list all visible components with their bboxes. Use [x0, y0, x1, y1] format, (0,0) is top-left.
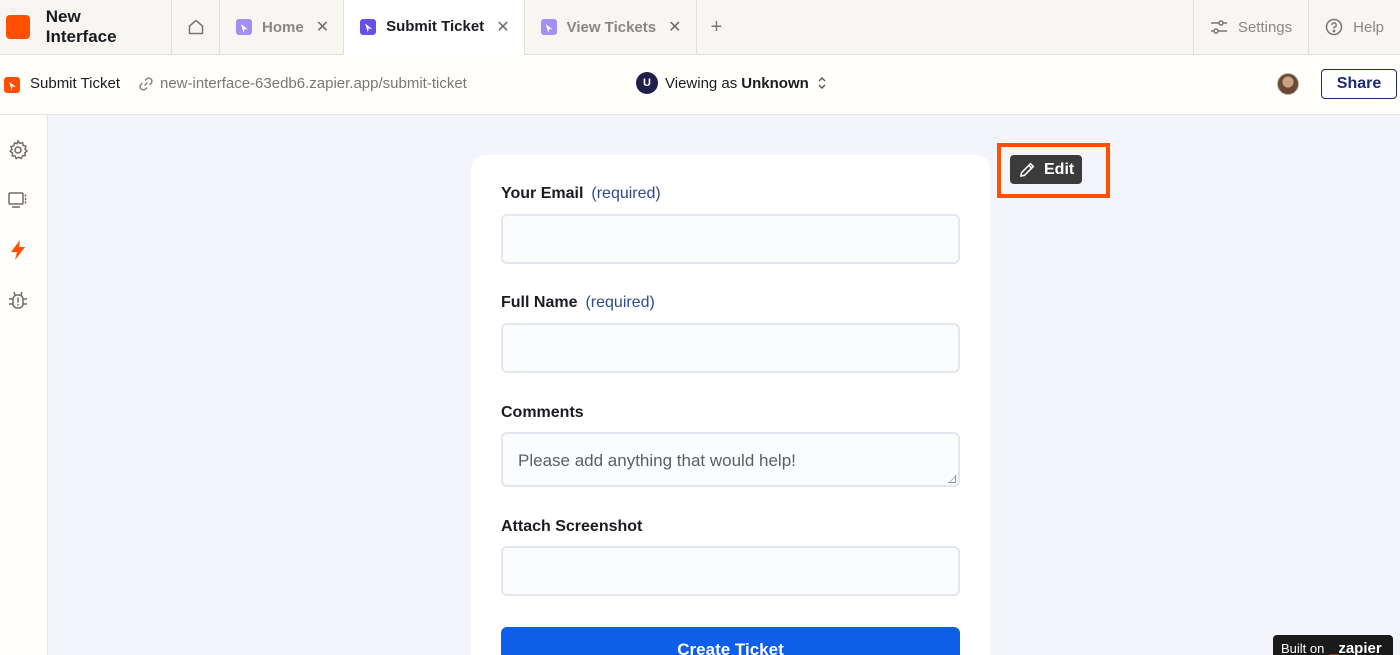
- app-logo-icon: [6, 15, 30, 39]
- comments-label: Comments: [501, 404, 584, 421]
- viewing-user: Unknown: [741, 74, 809, 92]
- close-icon[interactable]: ✕: [496, 17, 509, 37]
- page-icon: [236, 19, 252, 35]
- settings-button[interactable]: Settings: [1192, 0, 1308, 54]
- user-avatar[interactable]: [1277, 73, 1299, 95]
- full-name-field[interactable]: [501, 323, 960, 373]
- page-title: Submit Ticket: [30, 75, 121, 92]
- app-brand[interactable]: New Interface: [0, 0, 172, 54]
- tab-home[interactable]: Home ✕: [220, 0, 345, 54]
- required-indicator: (required): [591, 185, 661, 202]
- resize-handle-icon[interactable]: [948, 475, 956, 483]
- tab-label: Home: [262, 18, 304, 36]
- tab-label: View Tickets: [566, 18, 657, 36]
- tab-view-tickets[interactable]: View Tickets ✕: [525, 0, 697, 54]
- settings-label: Settings: [1237, 18, 1293, 36]
- viewing-as-selector[interactable]: U Viewing as Unknown: [636, 72, 827, 94]
- full-name-label: Full Name (required): [501, 294, 655, 312]
- tab-label: Submit Ticket: [386, 18, 485, 35]
- gear-icon[interactable]: [7, 139, 29, 161]
- required-indicator: (required): [585, 294, 655, 311]
- edit-button[interactable]: Edit: [1010, 155, 1082, 184]
- add-tab-button[interactable]: +: [697, 0, 737, 54]
- comments-placeholder: Please add anything that would help!: [518, 451, 796, 470]
- help-icon: [1325, 18, 1343, 36]
- email-label: Your Email (required): [501, 185, 661, 203]
- share-button[interactable]: Share: [1321, 69, 1397, 99]
- page-url-link[interactable]: new-interface-63edb6.zapier.app/submit-t…: [160, 75, 467, 92]
- link-icon: [139, 77, 153, 91]
- tab-spacer: [737, 0, 1193, 54]
- left-sidebar: [0, 115, 48, 655]
- attach-screenshot-field[interactable]: [501, 546, 960, 596]
- app-title: New Interface: [45, 7, 117, 46]
- close-icon[interactable]: ✕: [316, 17, 329, 37]
- built-on-zapier-badge[interactable]: Built on _zapier: [1273, 635, 1393, 655]
- edit-label: Edit: [1044, 160, 1075, 178]
- page-icon: [360, 18, 377, 35]
- built-on-prefix: Built on: [1281, 641, 1325, 655]
- viewer-avatar: U: [636, 72, 658, 94]
- home-icon: [188, 19, 203, 35]
- comments-textarea[interactable]: Please add anything that would help!: [501, 432, 960, 487]
- sliders-icon: [1210, 20, 1227, 34]
- zapier-brand: zapier: [1338, 640, 1382, 655]
- plus-icon: +: [710, 15, 723, 38]
- viewing-prefix: Viewing as: [665, 74, 738, 92]
- lightning-icon[interactable]: [7, 239, 29, 261]
- address-bar: Submit Ticket new-interface-63edb6.zapie…: [0, 55, 1400, 115]
- create-ticket-button[interactable]: Create Ticket: [501, 627, 960, 655]
- tab-bar: New Interface Home ✕ Submit Ticket ✕ Vie…: [0, 0, 1400, 55]
- page-icon: [4, 77, 20, 93]
- help-label: Help: [1353, 18, 1384, 36]
- full-name-label-text: Full Name: [501, 294, 578, 311]
- pencil-icon: [1020, 162, 1035, 177]
- ticket-form-card: Your Email (required) Full Name (required)…: [471, 155, 990, 655]
- monitor-icon[interactable]: [7, 189, 29, 211]
- home-tab-button[interactable]: [172, 0, 220, 54]
- chevron-updown-icon: [818, 77, 826, 89]
- email-label-text: Your Email: [501, 185, 584, 202]
- help-button[interactable]: Help: [1308, 0, 1400, 54]
- attach-screenshot-label: Attach Screenshot: [501, 518, 643, 535]
- page-icon: [540, 19, 557, 35]
- tab-submit-ticket[interactable]: Submit Ticket ✕: [344, 0, 525, 55]
- bug-icon[interactable]: [7, 289, 29, 311]
- close-icon[interactable]: ✕: [668, 17, 681, 37]
- email-field[interactable]: [501, 214, 960, 264]
